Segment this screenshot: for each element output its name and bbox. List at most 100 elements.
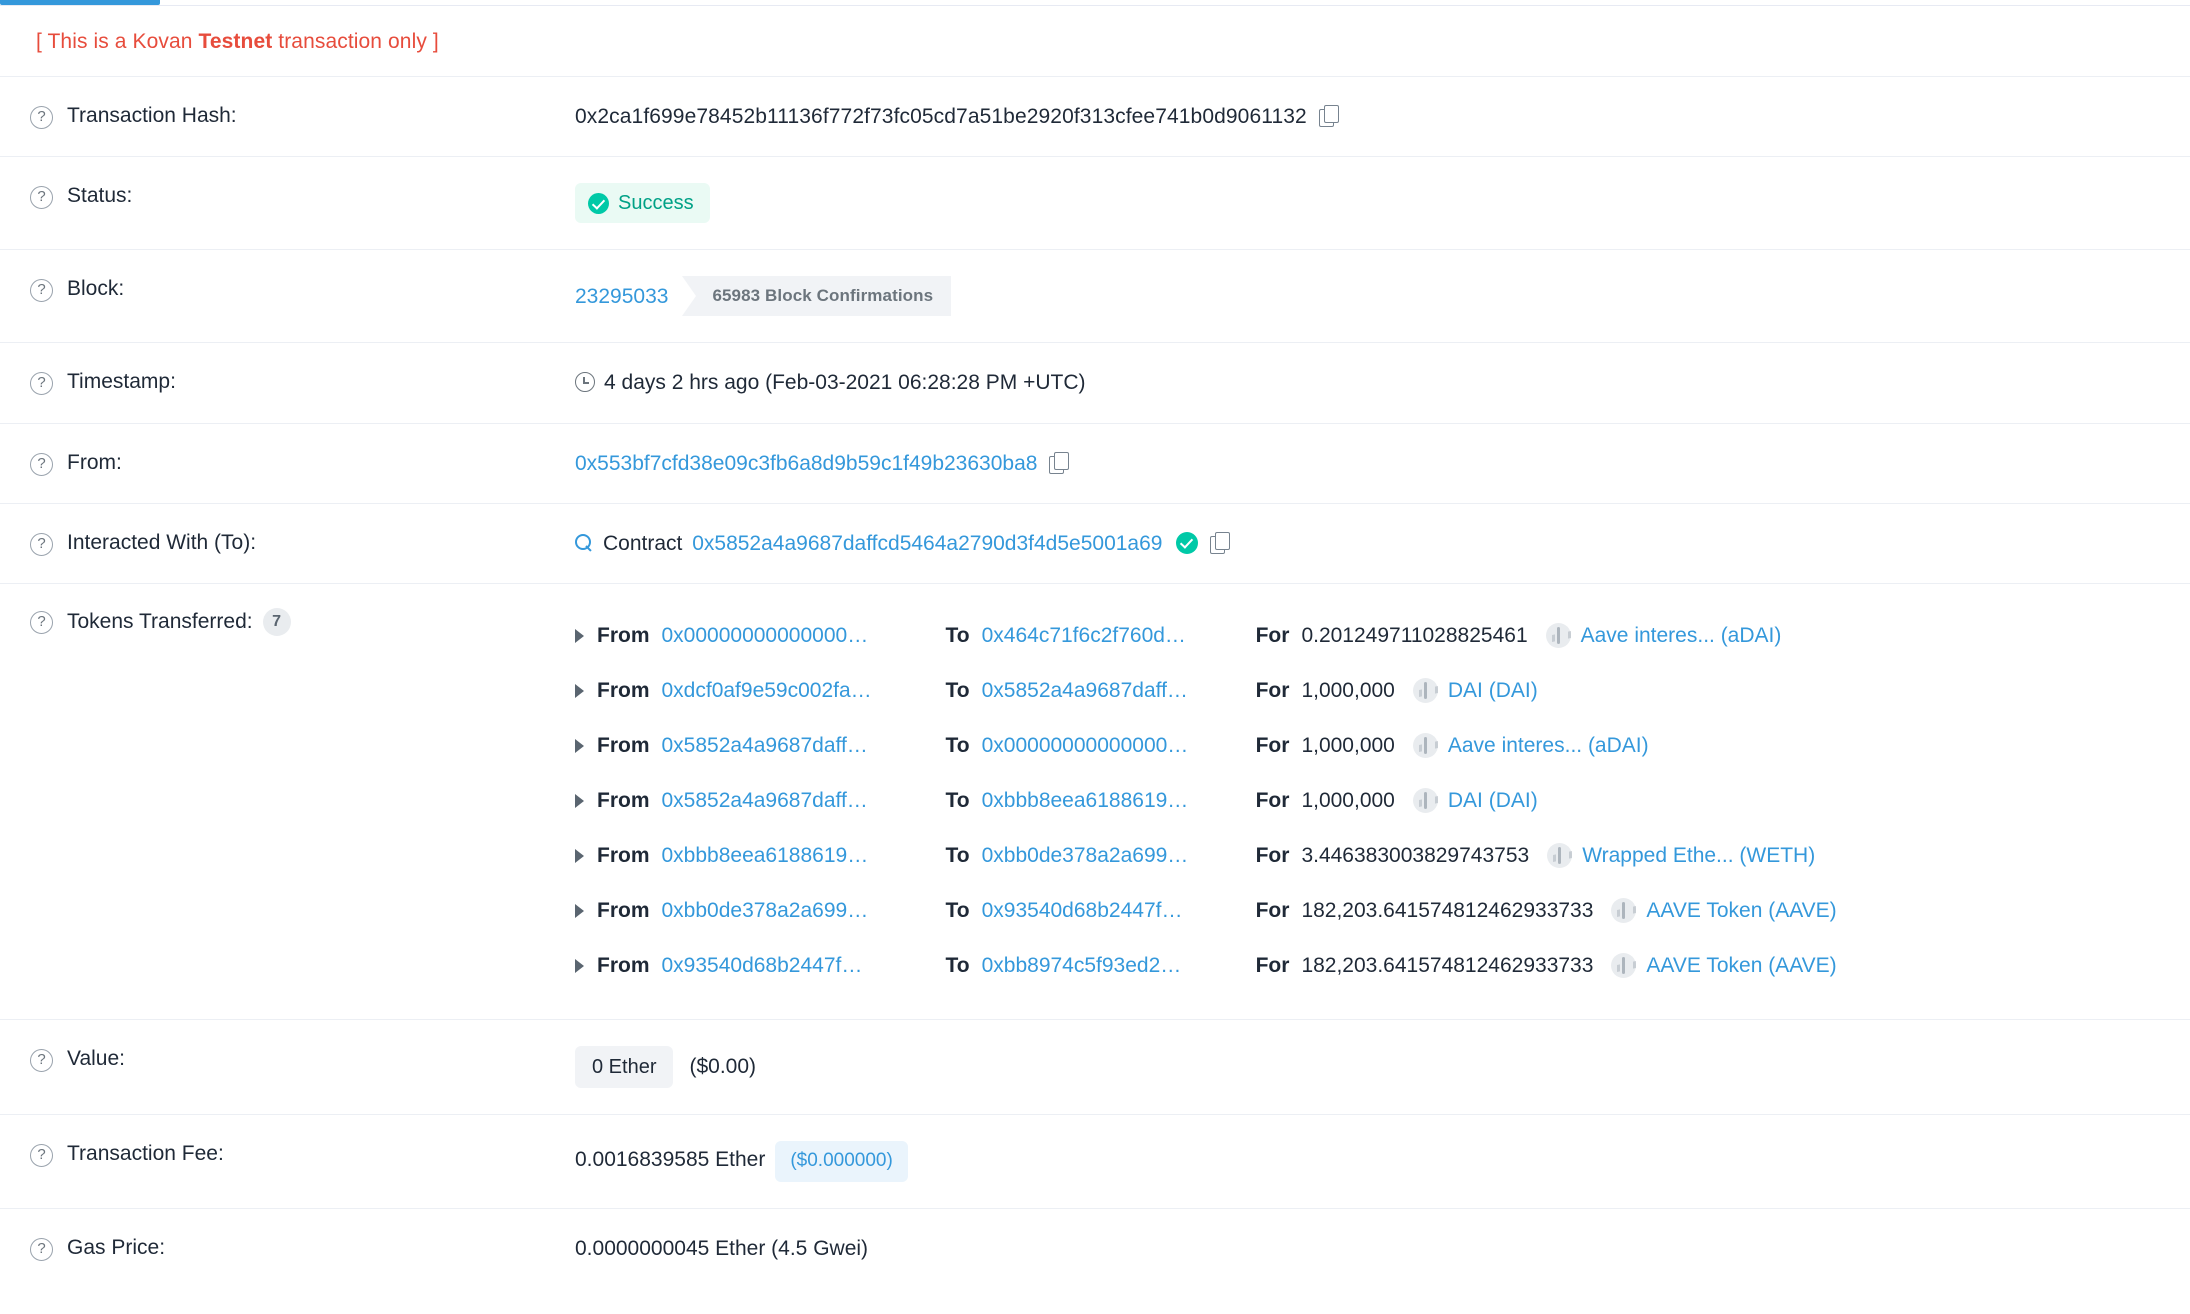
token-logo-icon bbox=[1611, 898, 1637, 924]
label-text: Timestamp: bbox=[67, 370, 176, 394]
help-icon[interactable]: ? bbox=[30, 532, 53, 556]
testnet-banner-prefix: [ This is a Kovan bbox=[36, 30, 199, 53]
label-value: ? Value: bbox=[0, 1046, 575, 1073]
label-text: From: bbox=[67, 450, 122, 474]
value-transaction-fee: 0.0016839585 Ether ($0.000000) bbox=[575, 1141, 2190, 1182]
block-confirmations-badge: 65983 Block Confirmations bbox=[682, 276, 952, 317]
value-tokens-transferred: From 0x00000000000000… To 0x464c71f6c2f760d… bbox=[575, 608, 2190, 993]
token-from-address-link[interactable]: 0xbb0de378a2a699… bbox=[662, 897, 930, 924]
value-usd: ($0.00) bbox=[689, 1055, 757, 1079]
label-text: Value: bbox=[67, 1047, 125, 1071]
help-icon[interactable]: ? bbox=[30, 611, 53, 635]
timestamp-text: 4 days 2 hrs ago (Feb-03-2021 06:28:28 P… bbox=[604, 371, 1086, 395]
token-from-address-link[interactable]: 0xbbb8eea6188619… bbox=[662, 842, 930, 869]
token-to-address-link[interactable]: 0x93540d68b2447f… bbox=[982, 897, 1240, 924]
tab-overview-active-indicator[interactable] bbox=[0, 0, 160, 5]
token-from-address-link[interactable]: 0x5852a4a9687daff… bbox=[662, 787, 930, 814]
keyword-to: To bbox=[945, 789, 970, 813]
label-status: ? Status: bbox=[0, 183, 575, 210]
token-name-link[interactable]: Wrapped Ethe... (WETH) bbox=[1582, 842, 1815, 869]
label-gas-price: ? Gas Price: bbox=[0, 1235, 575, 1261]
gas-price-text: 0.0000000045 Ether (4.5 Gwei) bbox=[575, 1236, 869, 1260]
help-icon[interactable]: ? bbox=[30, 1049, 53, 1073]
keyword-to: To bbox=[945, 624, 970, 648]
keyword-from: From bbox=[597, 844, 650, 868]
expand-caret-icon[interactable] bbox=[575, 903, 584, 918]
token-name-link[interactable]: DAI (DAI) bbox=[1448, 787, 1538, 814]
help-icon[interactable]: ? bbox=[30, 372, 53, 396]
keyword-for: For bbox=[1255, 899, 1290, 923]
expand-caret-icon[interactable] bbox=[575, 958, 584, 973]
label-text: Interacted With (To): bbox=[67, 530, 257, 554]
token-from-address-link[interactable]: 0x5852a4a9687daff… bbox=[662, 732, 930, 759]
row-from: ? From: 0x553bf7cfd38e09c3fb6a8d9b59c1f4… bbox=[0, 422, 2190, 503]
token-name-link[interactable]: AAVE Token (AAVE) bbox=[1646, 897, 1836, 924]
help-icon[interactable]: ? bbox=[30, 452, 53, 476]
token-to-address-link[interactable]: 0xbb8974c5f93ed2… bbox=[982, 952, 1240, 979]
clock-icon bbox=[575, 372, 595, 393]
help-icon[interactable]: ? bbox=[30, 186, 53, 210]
token-logo-icon bbox=[1545, 623, 1571, 649]
row-transaction-fee: ? Transaction Fee: 0.0016839585 Ether ($0… bbox=[0, 1114, 2190, 1208]
label-block: ? Block: bbox=[0, 276, 575, 303]
token-name-link[interactable]: Aave interes... (aDAI) bbox=[1581, 622, 1782, 649]
value-gas-price: 0.0000000045 Ether (4.5 Gwei) bbox=[575, 1235, 2190, 1262]
token-transfer-list: From 0x00000000000000… To 0x464c71f6c2f760d… bbox=[575, 608, 2166, 993]
keyword-for: For bbox=[1255, 844, 1290, 868]
copy-icon[interactable] bbox=[1049, 451, 1070, 474]
token-to-address-link[interactable]: 0x464c71f6c2f760d… bbox=[982, 622, 1240, 649]
contract-label: Contract bbox=[603, 531, 683, 555]
row-value: ? Value: 0 Ether ($0.00) bbox=[0, 1019, 2190, 1114]
copy-icon[interactable] bbox=[1210, 531, 1231, 554]
contract-address-link[interactable]: 0x5852a4a9687daffcd5464a2790d3f4d5e5001a… bbox=[692, 532, 1162, 555]
token-transfer-row: From 0xdcf0af9e59c002fa… To 0x5852a4a9687da… bbox=[575, 663, 2166, 718]
from-address-link[interactable]: 0x553bf7cfd38e09c3fb6a8d9b59c1f49b23630b… bbox=[575, 452, 1037, 475]
token-transfer-row: From 0xbb0de378a2a699… To 0x93540d68b2447f…… bbox=[575, 883, 2166, 938]
label-text: Status: bbox=[67, 184, 133, 208]
token-to-address-link[interactable]: 0xbbb8eea6188619… bbox=[982, 787, 1240, 814]
keyword-from: From bbox=[597, 789, 650, 813]
token-from-address-link[interactable]: 0xdcf0af9e59c002fa… bbox=[662, 677, 930, 704]
token-transfer-row: From 0x93540d68b2447f… To 0xbb8974c5f93ed2…… bbox=[575, 938, 2166, 993]
help-icon[interactable]: ? bbox=[30, 106, 53, 129]
status-text: Success bbox=[618, 192, 694, 215]
value-from: 0x553bf7cfd38e09c3fb6a8d9b59c1f49b23630b… bbox=[575, 450, 2190, 477]
row-tokens-transferred: ? Tokens Transferred: 7 From 0x00000000000… bbox=[0, 583, 2190, 1019]
row-status: ? Status: Success bbox=[0, 156, 2190, 249]
token-to-address-link[interactable]: 0x5852a4a9687daff… bbox=[982, 677, 1240, 704]
row-gas-price: ? Gas Price: 0.0000000045 Ether (4.5 Gwe… bbox=[0, 1207, 2190, 1288]
token-name-link[interactable]: Aave interes... (aDAI) bbox=[1448, 732, 1649, 759]
token-from-address-link[interactable]: 0x93540d68b2447f… bbox=[662, 952, 930, 979]
label-text: Transaction Fee: bbox=[67, 1142, 224, 1166]
token-name-link[interactable]: DAI (DAI) bbox=[1448, 677, 1538, 704]
help-icon[interactable]: ? bbox=[30, 279, 53, 303]
help-icon[interactable]: ? bbox=[30, 1237, 53, 1261]
help-icon[interactable]: ? bbox=[30, 1144, 53, 1168]
copy-icon[interactable] bbox=[1318, 105, 1339, 127]
expand-caret-icon[interactable] bbox=[575, 793, 584, 808]
label-transaction-fee: ? Transaction Fee: bbox=[0, 1141, 575, 1168]
token-transfer-row: From 0xbbb8eea6188619… To 0xbb0de378a2a699…… bbox=[575, 828, 2166, 883]
status-badge: Success bbox=[575, 183, 710, 224]
token-name-link[interactable]: AAVE Token (AAVE) bbox=[1646, 952, 1836, 979]
keyword-from: From bbox=[597, 624, 650, 648]
expand-caret-icon[interactable] bbox=[575, 628, 584, 643]
label-text: Block: bbox=[67, 277, 125, 301]
label-from: ? From: bbox=[0, 450, 575, 476]
expand-caret-icon[interactable] bbox=[575, 738, 584, 753]
token-logo-icon bbox=[1412, 788, 1438, 814]
value-block: 23295033 65983 Block Confirmations bbox=[575, 276, 2190, 317]
value-value: 0 Ether ($0.00) bbox=[575, 1046, 2190, 1089]
value-timestamp: 4 days 2 hrs ago (Feb-03-2021 06:28:28 P… bbox=[575, 369, 2190, 396]
expand-caret-icon[interactable] bbox=[575, 848, 584, 863]
block-number-link[interactable]: 23295033 bbox=[575, 283, 668, 310]
expand-caret-icon[interactable] bbox=[575, 683, 584, 698]
fee-usd-chip: ($0.000000) bbox=[775, 1141, 908, 1182]
token-to-address-link[interactable]: 0xbb0de378a2a699… bbox=[982, 842, 1240, 869]
token-from-address-link[interactable]: 0x00000000000000… bbox=[662, 622, 930, 649]
token-to-address-link[interactable]: 0x00000000000000… bbox=[982, 732, 1240, 759]
magnifier-icon[interactable] bbox=[575, 533, 594, 553]
token-amount: 3.446383003829743753 bbox=[1301, 844, 1530, 868]
keyword-from: From bbox=[597, 899, 650, 923]
value-ether-chip: 0 Ether bbox=[575, 1046, 674, 1089]
